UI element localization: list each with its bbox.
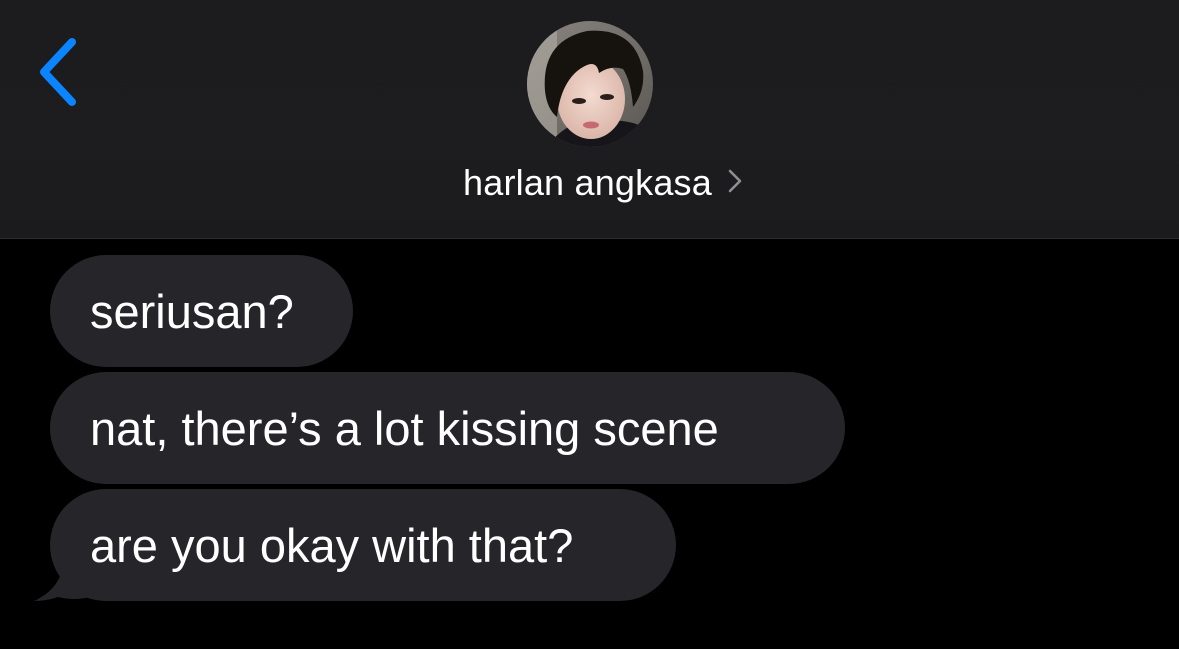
chevron-left-icon	[40, 38, 76, 106]
conversation-header: harlan angkasa	[0, 0, 1179, 239]
incoming-message-bubble[interactable]: nat, there’s a lot kissing scene	[50, 372, 845, 484]
incoming-message-bubble[interactable]: are you okay with that?	[50, 489, 676, 601]
contact-avatar[interactable]	[527, 21, 653, 147]
contact-name: harlan angkasa	[463, 162, 712, 203]
messages-conversation-screen: harlan angkasa seriusan? nat, there’s a …	[0, 0, 1179, 649]
contact-name-row[interactable]: harlan angkasa	[0, 160, 1179, 206]
avatar-photo	[527, 21, 653, 147]
message-text: are you okay with that?	[90, 519, 574, 572]
message-text: nat, there’s a lot kissing scene	[90, 402, 719, 455]
incoming-message-bubble[interactable]: seriusan?	[50, 255, 353, 367]
back-button[interactable]	[28, 30, 98, 114]
message-thread[interactable]: seriusan? nat, there’s a lot kissing sce…	[0, 239, 1179, 649]
message-text: seriusan?	[90, 285, 294, 338]
chevron-right-icon	[726, 167, 744, 200]
